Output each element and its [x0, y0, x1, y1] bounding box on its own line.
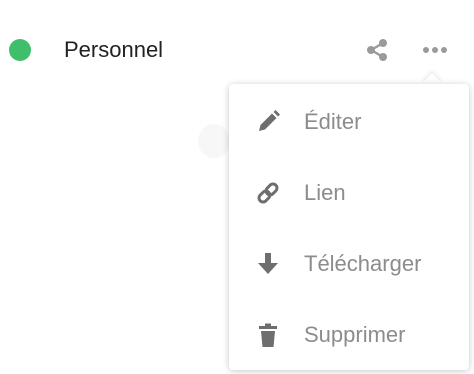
more-horizontal-icon	[423, 47, 447, 53]
entry-label: Personnel	[64, 37, 164, 62]
trash-icon	[253, 320, 283, 350]
status-dot	[9, 39, 31, 61]
more-actions-button[interactable]	[418, 34, 452, 66]
actions-menu: Éditer Lien Télécharger Supprimer	[229, 84, 469, 370]
pencil-icon	[253, 107, 283, 137]
menu-item-edit[interactable]: Éditer	[229, 86, 469, 158]
menu-item-label: Lien	[304, 180, 346, 205]
link-icon	[253, 178, 283, 208]
share-button[interactable]	[360, 34, 394, 66]
menu-item-download[interactable]: Télécharger	[229, 228, 469, 300]
menu-item-link[interactable]: Lien	[229, 157, 469, 229]
menu-item-label: Éditer	[304, 109, 362, 134]
download-icon	[253, 249, 283, 279]
menu-item-label: Télécharger	[304, 251, 422, 276]
entry-row[interactable]: Personnel	[0, 22, 474, 78]
share-icon	[367, 39, 387, 61]
menu-item-label: Supprimer	[304, 322, 406, 347]
menu-item-delete[interactable]: Supprimer	[229, 299, 469, 371]
background-shape	[198, 124, 230, 158]
